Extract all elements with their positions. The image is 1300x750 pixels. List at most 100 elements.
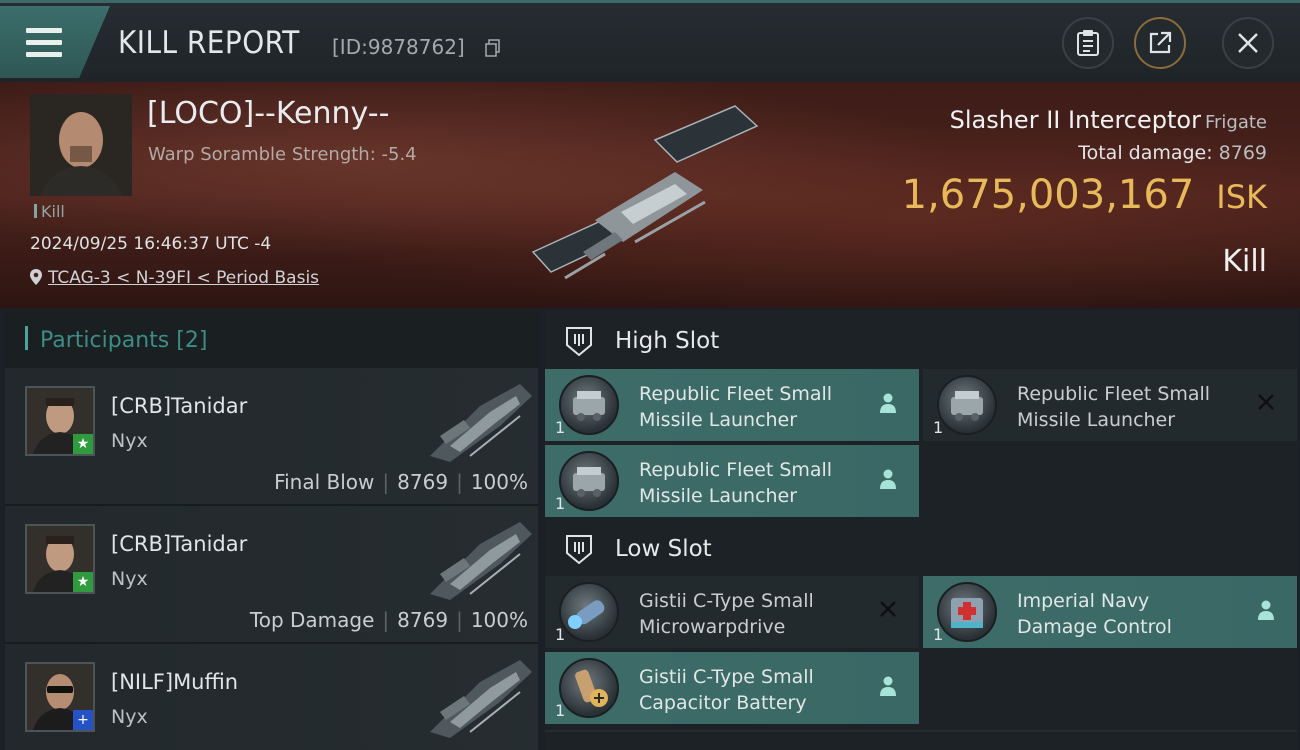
high-slot-label: High Slot: [615, 328, 720, 354]
menu-button[interactable]: [0, 6, 110, 78]
module-name-line2: Damage Control: [1017, 616, 1172, 638]
high-slot-icon: [566, 327, 592, 357]
location-link[interactable]: TCAG-3 < N-39FI < Period Basis: [48, 268, 319, 288]
share-button[interactable]: [1134, 17, 1186, 69]
victim-portrait[interactable]: [30, 94, 132, 196]
module-name-line1: Republic Fleet Small: [1017, 383, 1211, 405]
participant-row[interactable]: ★ [CRB]Tanidar Nyx Final Blow | 8769 | 100%: [5, 368, 538, 506]
participant-percent: 100%: [470, 608, 528, 632]
capacitor-battery-icon: [559, 658, 619, 718]
report-id: [ID:9878762]: [332, 35, 465, 59]
participant-ship-image: [430, 660, 532, 738]
participant-ship: Nyx: [111, 568, 148, 590]
kill-tag: Kill: [34, 202, 65, 221]
low-slot-header: Low Slot: [545, 520, 1297, 578]
total-damage: Total damage: 8769: [1078, 142, 1267, 164]
share-icon: [1149, 31, 1172, 54]
module-item[interactable]: 1 Gistii C-Type Small Microwarpdrive: [545, 576, 919, 648]
star-icon: ★: [73, 434, 93, 454]
module-name-line1: Gistii C-Type Small: [639, 666, 814, 688]
participant-portrait[interactable]: +: [25, 662, 95, 732]
participant-role: Top Damage: [249, 608, 375, 632]
dropped-person-icon: [880, 469, 896, 489]
victim-banner: [LOCO]--Kenny-- Warp Soramble Strength: …: [0, 82, 1300, 308]
module-item[interactable]: 1 Republic Fleet Small Missile Launcher: [545, 445, 919, 517]
participant-row[interactable]: ★ [CRB]Tanidar Nyx Top Damage | 8769 | 100%: [5, 506, 538, 644]
participant-stats: Final Blow | 8769 | 100%: [274, 470, 528, 494]
kill-location[interactable]: TCAG-3 < N-39FI < Period Basis: [30, 268, 319, 288]
participants-label: Participants: [40, 328, 170, 353]
participants-panel: Participants [2] ★ [CRB]Tanidar Nyx Fina…: [5, 310, 538, 750]
module-quantity: 1: [555, 701, 566, 720]
module-quantity: 1: [555, 494, 566, 513]
module-quantity: 1: [555, 418, 566, 437]
module-quantity: 1: [933, 418, 944, 437]
module-name-line2: Missile Launcher: [639, 485, 798, 507]
module-name-line1: Republic Fleet Small: [639, 459, 833, 481]
participant-stats: Top Damage | 8769 | 100%: [249, 608, 528, 632]
plus-icon: +: [73, 710, 93, 730]
participant-ship: Nyx: [111, 430, 148, 452]
ship-class-text: Frigate: [1204, 112, 1267, 133]
module-name-line1: Gistii C-Type Small: [639, 590, 814, 612]
participant-name: [CRB]Tanidar: [111, 532, 248, 556]
character-portrait-icon: [30, 94, 132, 196]
low-slot-label: Low Slot: [615, 536, 712, 562]
next-slot-header: [545, 730, 1297, 750]
clipboard-button[interactable]: [1062, 17, 1114, 69]
fitting-panel: High Slot 1 Republic Fleet Small Missile …: [545, 310, 1297, 750]
module-name: Republic Fleet Small Missile Launcher: [639, 381, 832, 433]
hamburger-icon: [26, 28, 62, 64]
destroyed-x-icon: [1258, 394, 1274, 410]
total-damage-label: Total damage:: [1078, 142, 1213, 164]
isk-value: 1,675,003,167 ISK: [902, 172, 1267, 218]
module-item[interactable]: 1 Imperial Navy Damage Control: [923, 576, 1297, 648]
missile-launcher-icon: [559, 375, 619, 435]
module-name: Imperial Navy Damage Control: [1017, 588, 1172, 640]
ship-name-text: Slasher II Interceptor: [949, 106, 1201, 134]
module-name-line2: Missile Launcher: [1017, 409, 1176, 431]
participants-header: Participants [2]: [5, 310, 538, 368]
module-item[interactable]: 1 Republic Fleet Small Missile Launcher: [545, 369, 919, 441]
participant-name: [CRB]Tanidar: [111, 394, 248, 418]
module-name-line2: Microwarpdrive: [639, 616, 786, 638]
participant-ship-image: [430, 522, 532, 600]
module-name: Gistii C-Type Small Microwarpdrive: [639, 588, 814, 640]
module-name-line2: Capacitor Battery: [639, 692, 807, 714]
participant-damage: 8769: [397, 470, 449, 494]
kill-result: Kill: [1222, 244, 1267, 279]
participant-damage: 8769: [397, 608, 449, 632]
high-slot-header: High Slot: [545, 312, 1297, 370]
participant-role: Final Blow: [274, 470, 375, 494]
dropped-person-icon: [880, 676, 896, 696]
destroyed-x-icon: [880, 601, 896, 617]
module-item[interactable]: 1 Republic Fleet Small Missile Launcher: [923, 369, 1297, 441]
module-name: Republic Fleet Small Missile Launcher: [1017, 381, 1210, 433]
kill-timestamp: 2024/09/25 16:46:37 UTC -4: [30, 234, 272, 254]
participant-row[interactable]: + [NILF]Muffin Nyx: [5, 644, 538, 750]
participant-ship-image: [430, 384, 532, 462]
isk-amount: 1,675,003,167: [901, 172, 1195, 218]
microwarpdrive-icon: [559, 582, 619, 642]
participants-count: [2]: [176, 328, 208, 353]
missile-launcher-icon: [937, 375, 997, 435]
module-name-line2: Missile Launcher: [639, 409, 798, 431]
victim-ship-image: [531, 105, 759, 280]
copy-icon[interactable]: [485, 39, 501, 57]
participant-portrait[interactable]: ★: [25, 386, 95, 456]
module-item[interactable]: 1 Gistii C-Type Small Capacitor Battery: [545, 652, 919, 724]
star-icon: ★: [73, 572, 93, 592]
victim-name: [LOCO]--Kenny--: [147, 96, 390, 131]
participant-ship: Nyx: [111, 706, 148, 728]
participant-percent: 100%: [470, 470, 528, 494]
close-button[interactable]: [1222, 17, 1274, 69]
participant-portrait[interactable]: ★: [25, 524, 95, 594]
page-title: KILL REPORT: [118, 25, 300, 61]
dropped-person-icon: [880, 393, 896, 413]
clipboard-icon: [1077, 30, 1099, 56]
location-pin-icon: [30, 269, 42, 285]
module-quantity: 1: [555, 625, 566, 644]
module-name: Gistii C-Type Small Capacitor Battery: [639, 664, 814, 716]
dropped-person-icon: [1258, 600, 1274, 620]
victim-ship-name: Slasher II Interceptor Frigate: [950, 106, 1267, 134]
